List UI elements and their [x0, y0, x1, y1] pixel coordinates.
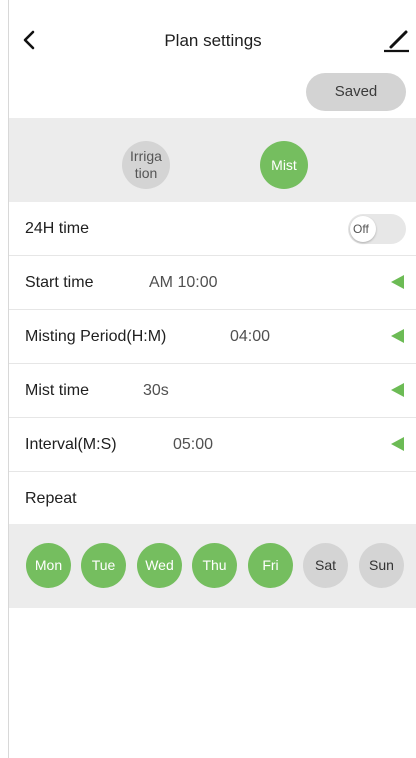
saved-button[interactable]: Saved	[306, 73, 406, 111]
mode-irrigation-button[interactable]: Irriga tion	[122, 141, 170, 189]
triangle-left-icon[interactable]	[391, 275, 404, 289]
label-24h-time: 24H time	[25, 220, 90, 237]
day-fri[interactable]: Fri	[248, 543, 293, 588]
toggle-24h-time[interactable]: Off	[348, 214, 406, 244]
row-repeat: Repeat	[9, 472, 416, 525]
header: Plan settings	[9, 0, 416, 72]
value-start-time: AM 10:00	[149, 274, 218, 291]
edit-icon[interactable]	[382, 26, 412, 56]
row-misting-period[interactable]: Misting Period(H:M) 04:00	[9, 310, 416, 364]
label-repeat: Repeat	[25, 490, 77, 507]
triangle-left-icon[interactable]	[391, 329, 404, 343]
day-tue[interactable]: Tue	[81, 543, 126, 588]
row-interval[interactable]: Interval(M:S) 05:00	[9, 418, 416, 472]
day-mon[interactable]: Mon	[26, 543, 71, 588]
triangle-left-icon[interactable]	[391, 437, 404, 451]
value-mist-time: 30s	[143, 382, 169, 399]
row-mist-time[interactable]: Mist time 30s	[9, 364, 416, 418]
value-interval: 05:00	[173, 436, 214, 453]
label-misting-period: Misting Period(H:M)	[25, 328, 167, 345]
label-mist-time: Mist time	[25, 382, 89, 399]
value-misting-period: 04:00	[230, 328, 271, 345]
row-24h-time: 24H time Off	[9, 202, 416, 256]
page-title: Plan settings	[164, 31, 262, 50]
triangle-left-icon[interactable]	[391, 383, 404, 397]
day-sat[interactable]: Sat	[303, 543, 348, 588]
mode-selector: Irriga tion Mist	[9, 118, 416, 202]
mode-mist-label: Mist	[271, 156, 297, 173]
mode-irrigation-label: Irriga tion	[130, 148, 162, 181]
day-wed[interactable]: Wed	[137, 543, 182, 588]
row-start-time[interactable]: Start time AM 10:00	[9, 256, 416, 310]
repeat-days: Mon Tue Wed Thu Fri Sat Sun	[9, 524, 416, 608]
mode-mist-button[interactable]: Mist	[260, 141, 308, 189]
label-interval: Interval(M:S)	[25, 436, 117, 453]
day-thu[interactable]: Thu	[192, 543, 237, 588]
day-sun[interactable]: Sun	[359, 543, 404, 588]
phone-frame: Plan settings Saved Irriga tion Mist 24H…	[8, 0, 416, 758]
toggle-state-label: Off	[353, 222, 369, 236]
label-start-time: Start time	[25, 274, 94, 291]
